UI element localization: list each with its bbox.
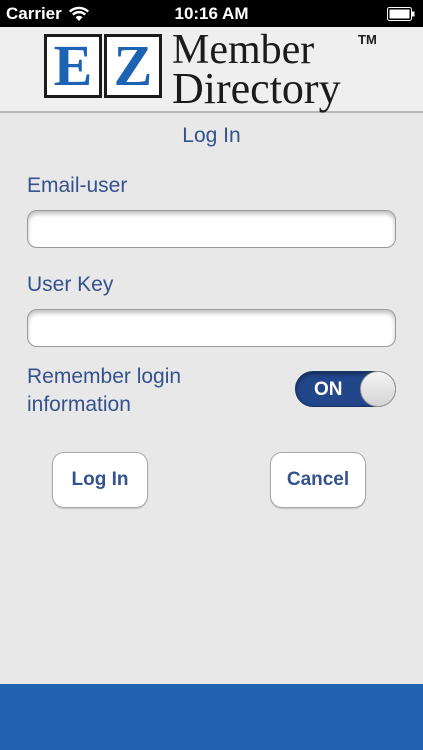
logo-letter-z: Z — [113, 33, 153, 98]
email-input[interactable] — [27, 210, 396, 248]
status-left: Carrier — [6, 4, 90, 24]
status-bar: Carrier 10:16 AM — [0, 0, 423, 27]
logo-z-block: Z — [104, 34, 162, 98]
remember-login-label: Remember login information — [27, 365, 182, 416]
carrier-label: Carrier — [6, 3, 62, 23]
user-key-input[interactable] — [27, 309, 396, 347]
toggle-state-text: ON — [314, 379, 343, 400]
footer-bar — [0, 684, 423, 750]
wifi-icon — [68, 6, 89, 21]
battery-icon — [387, 6, 415, 21]
app-logo: E Z Member TM Directory — [44, 29, 384, 113]
logo-letter-e: E — [53, 33, 93, 98]
header: E Z Member TM Directory — [0, 27, 423, 113]
page-title: Log In — [182, 124, 241, 147]
cancel-button[interactable]: Cancel — [270, 452, 366, 508]
logo-directory-text: Directory — [172, 64, 341, 113]
logo-e-block: E — [44, 34, 102, 98]
remember-login-toggle[interactable]: ON — [295, 371, 396, 407]
login-button[interactable]: Log In — [52, 452, 148, 508]
toggle-knob[interactable] — [360, 371, 396, 407]
logo-trademark: TM — [358, 32, 377, 47]
email-label: Email-user — [27, 174, 128, 197]
user-key-label: User Key — [27, 273, 114, 296]
